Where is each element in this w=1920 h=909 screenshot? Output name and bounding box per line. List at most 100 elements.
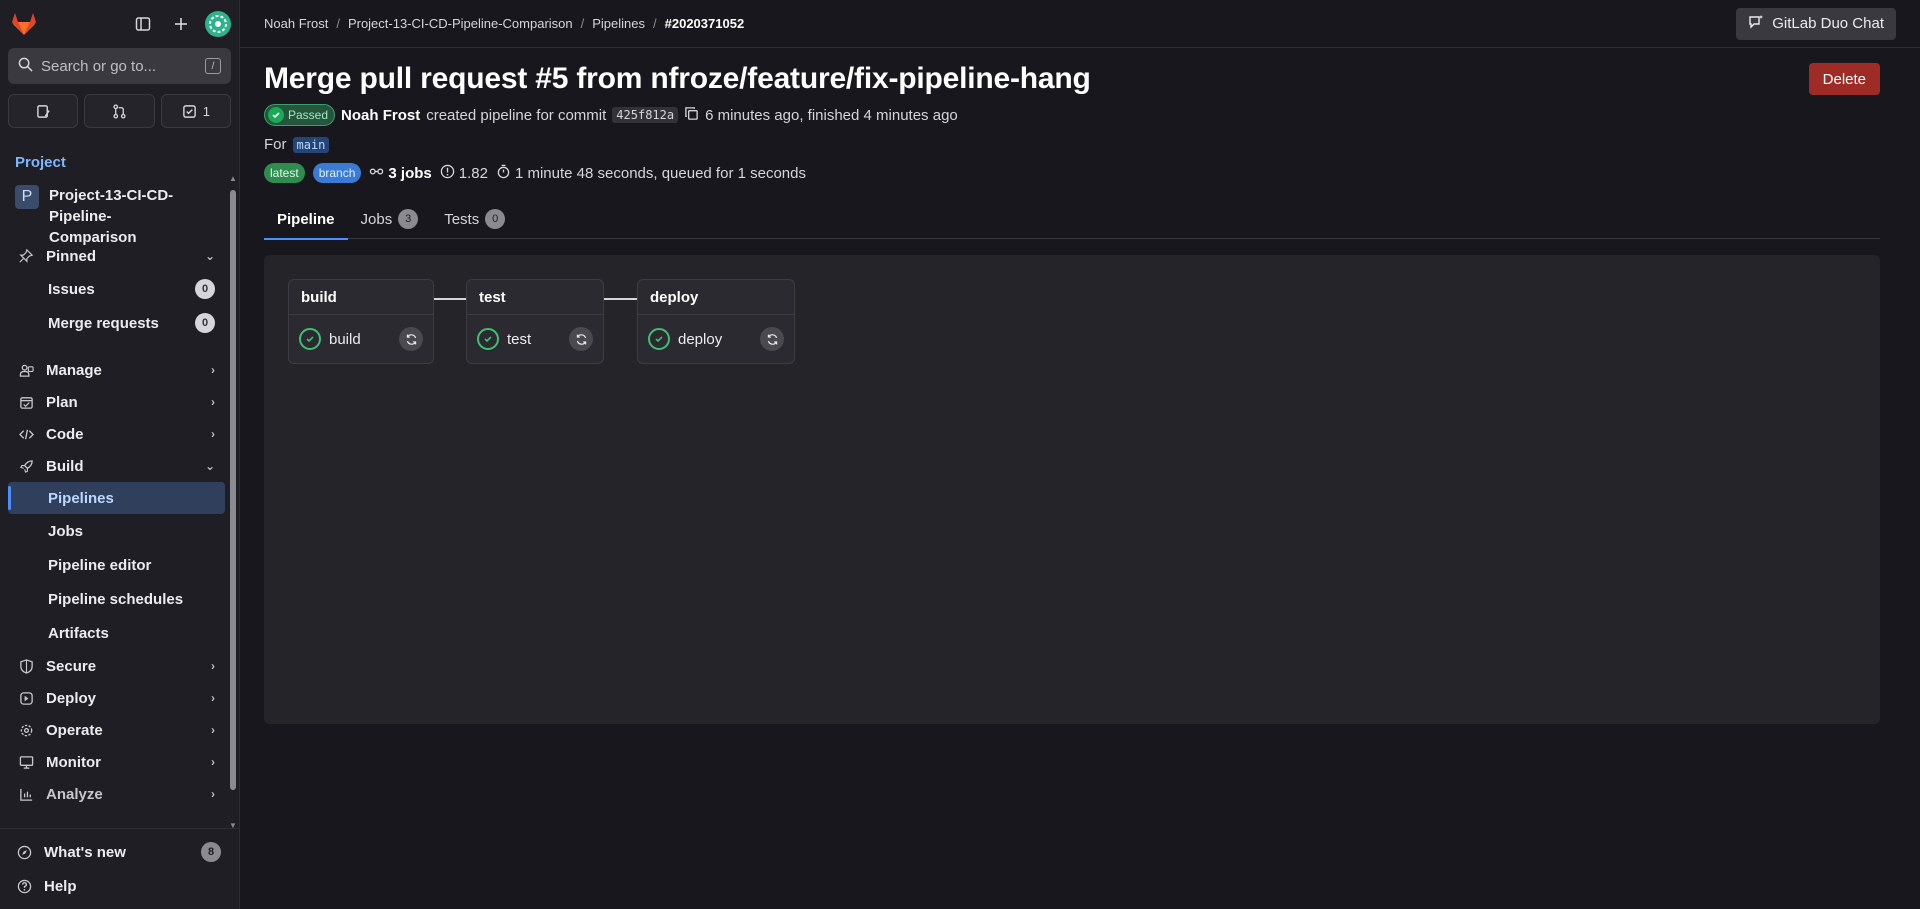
sidebar-item-build[interactable]: Build ⌄ bbox=[0, 450, 227, 482]
job-deploy-label: deploy bbox=[678, 330, 723, 348]
success-icon bbox=[299, 328, 321, 350]
tab-tests-count: 0 bbox=[485, 209, 506, 229]
job-deploy[interactable]: deploy bbox=[638, 315, 794, 363]
sidebar-item-secure[interactable]: Secure › bbox=[0, 650, 227, 682]
chevron-right-icon: › bbox=[211, 755, 215, 769]
sidebar-item-plan[interactable]: Plan › bbox=[0, 386, 227, 418]
stage-test: test test bbox=[466, 279, 604, 364]
pipeline-icon bbox=[369, 164, 384, 183]
sidebar-item-monitor[interactable]: Monitor › bbox=[0, 746, 227, 778]
retry-icon[interactable] bbox=[569, 327, 593, 351]
delete-button[interactable]: Delete bbox=[1808, 63, 1880, 95]
title-row: Merge pull request #5 from nfroze/featur… bbox=[264, 62, 1880, 96]
assigned-issues-button[interactable] bbox=[8, 94, 79, 128]
sidebar-item-pipeline-schedules[interactable]: Pipeline schedules bbox=[0, 582, 227, 616]
scrollbar-thumb[interactable] bbox=[230, 190, 236, 790]
copy-icon[interactable] bbox=[684, 106, 699, 125]
chevron-right-icon: › bbox=[211, 723, 215, 737]
branch-badge: branch bbox=[312, 163, 362, 183]
user-avatar[interactable] bbox=[205, 11, 231, 37]
monitor-label: Monitor bbox=[46, 753, 101, 771]
project-link[interactable]: P Project-13-CI-CD-Pipeline-Comparison bbox=[0, 185, 239, 248]
sidebar-nav: Pinned ⌄ Issues 0 Merge requests 0 Manag… bbox=[0, 240, 227, 810]
breadcrumb-separator: / bbox=[580, 16, 585, 31]
sidebar-item-pipelines[interactable]: Pipelines bbox=[8, 482, 225, 514]
status-badge[interactable]: Passed bbox=[264, 104, 336, 126]
breadcrumb-separator: / bbox=[653, 16, 657, 31]
chevron-down-icon: ⌄ bbox=[204, 459, 215, 473]
monitor-icon bbox=[18, 754, 34, 770]
calendar-icon bbox=[18, 394, 34, 410]
todo-button[interactable]: 1 bbox=[160, 94, 231, 128]
chevron-right-icon: › bbox=[211, 427, 215, 441]
sidebar-item-pinned[interactable]: Pinned ⌄ bbox=[0, 240, 227, 272]
chevron-right-icon: › bbox=[211, 787, 215, 801]
chevron-right-icon: › bbox=[211, 691, 215, 705]
tab-tests-label: Tests bbox=[444, 210, 480, 228]
tab-jobs[interactable]: Jobs 3 bbox=[348, 199, 432, 239]
sidebar-item-issues[interactable]: Issues 0 bbox=[0, 272, 227, 306]
shield-icon bbox=[18, 658, 34, 674]
pin-icon bbox=[18, 248, 34, 264]
plan-label: Plan bbox=[46, 393, 78, 411]
breadcrumb-item[interactable]: Noah Frost bbox=[264, 16, 328, 31]
todo-count: 1 bbox=[202, 103, 210, 119]
sidebar-item-code[interactable]: Code › bbox=[0, 418, 227, 450]
code-label: Code bbox=[46, 425, 84, 443]
for-label: For bbox=[264, 136, 287, 153]
duration-text: 1 minute 48 seconds, queued for 1 second… bbox=[514, 164, 806, 182]
sidebar-item-analyze[interactable]: Analyze › bbox=[0, 778, 227, 810]
chevron-right-icon: › bbox=[211, 395, 215, 409]
tab-jobs-count: 3 bbox=[398, 209, 419, 229]
issues-icon bbox=[36, 104, 50, 118]
ref-link[interactable]: main bbox=[292, 136, 330, 153]
merge-requests-button[interactable] bbox=[84, 94, 155, 128]
latest-badge: latest bbox=[264, 163, 305, 183]
sidebar-item-deploy[interactable]: Deploy › bbox=[0, 682, 227, 714]
author-link[interactable]: Noah Frost bbox=[341, 107, 420, 124]
operate-label: Operate bbox=[46, 721, 103, 739]
search-input[interactable]: Search or go to... / bbox=[8, 48, 231, 84]
create-new-icon[interactable] bbox=[167, 10, 195, 38]
sidebar-header bbox=[0, 0, 239, 48]
sidebar-scrollbar[interactable]: ▲ ▼ bbox=[229, 174, 237, 830]
scroll-up-icon[interactable]: ▲ bbox=[229, 174, 237, 183]
sidebar-item-operate[interactable]: Operate › bbox=[0, 714, 227, 746]
project-name: Project-13-CI-CD-Pipeline-Comparison bbox=[49, 187, 174, 246]
sidebar-item-pipeline-editor[interactable]: Pipeline editor bbox=[0, 548, 227, 582]
check-circle-icon bbox=[268, 107, 284, 123]
jobs-count-text: 3 jobs bbox=[388, 164, 432, 182]
stage-deploy: deploy deploy bbox=[637, 279, 795, 364]
sidebar-item-merge-requests[interactable]: Merge requests 0 bbox=[0, 306, 227, 340]
commit-sha[interactable]: 425f812a bbox=[612, 107, 679, 123]
tab-tests[interactable]: Tests 0 bbox=[431, 199, 518, 239]
todo-icon bbox=[182, 104, 196, 118]
manage-label: Manage bbox=[46, 361, 102, 379]
success-icon bbox=[477, 328, 499, 350]
sidebar-item-artifacts[interactable]: Artifacts bbox=[0, 616, 227, 650]
whats-new-label: What's new bbox=[44, 843, 126, 861]
gitlab-logo-icon[interactable] bbox=[8, 8, 40, 40]
build-label: Build bbox=[46, 457, 84, 475]
users-icon bbox=[18, 362, 34, 378]
job-build[interactable]: build bbox=[289, 315, 433, 363]
retry-icon[interactable] bbox=[760, 327, 784, 351]
sidebar-item-jobs[interactable]: Jobs bbox=[0, 514, 227, 548]
merge-requests-label: Merge requests bbox=[48, 314, 159, 332]
pipeline-tabs: Pipeline Jobs 3 Tests 0 bbox=[264, 199, 1880, 240]
sidebar-item-manage[interactable]: Manage › bbox=[0, 354, 227, 386]
top-bar: Noah Frost / Project-13-CI-CD-Pipeline-C… bbox=[240, 0, 1920, 48]
whats-new-button[interactable]: What's new 8 bbox=[0, 835, 239, 869]
job-test[interactable]: test bbox=[467, 315, 603, 363]
toggle-sidebar-icon[interactable] bbox=[129, 10, 157, 38]
breadcrumb-item[interactable]: Project-13-CI-CD-Pipeline-Comparison bbox=[348, 16, 573, 31]
status-label: Passed bbox=[288, 108, 329, 122]
breadcrumb-current[interactable]: #2020371052 bbox=[665, 16, 745, 31]
tab-pipeline[interactable]: Pipeline bbox=[264, 199, 348, 240]
breadcrumb-item[interactable]: Pipelines bbox=[592, 16, 645, 31]
retry-icon[interactable] bbox=[399, 327, 423, 351]
help-label: Help bbox=[44, 877, 77, 895]
duo-chat-button[interactable]: GitLab Duo Chat bbox=[1736, 7, 1896, 40]
help-button[interactable]: Help bbox=[0, 869, 239, 903]
breadcrumb-separator: / bbox=[336, 16, 340, 31]
